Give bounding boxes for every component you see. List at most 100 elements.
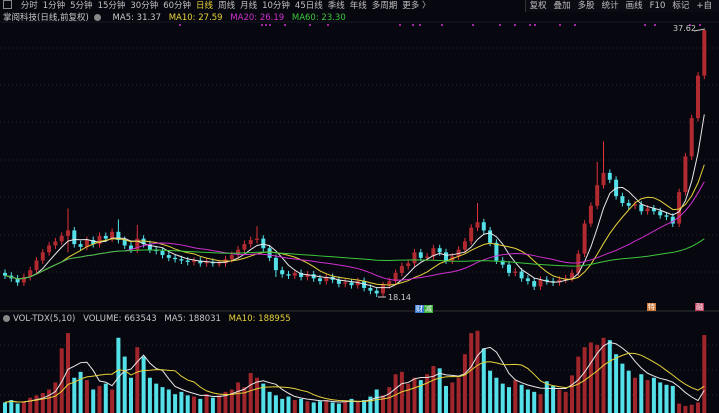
candle-body [488,230,493,243]
tool-button-3[interactable]: 统计 [602,0,619,12]
period-tab-10[interactable]: 45日线 [295,0,323,12]
volume-bar [28,397,33,413]
period-tab-14[interactable]: 更多 〉 [402,0,430,12]
volume-bar [431,365,436,413]
volume-bar [702,335,707,413]
volume-bar [507,387,511,413]
candle-body [475,222,480,228]
volume-bar [103,383,108,413]
volume-bar [683,405,688,413]
panel-toggle-icon[interactable] [3,0,12,9]
volume-bar [658,382,663,413]
tool-button-2[interactable]: 多股 [578,0,595,12]
margin-trading-marker[interactable]: 融 [695,303,704,311]
volume-bar [620,363,625,413]
volume-bar [677,403,682,413]
candle-body [689,118,694,157]
volume-bar [437,368,442,413]
volume-bar [129,377,133,413]
period-tab-9[interactable]: 10分钟 [262,0,290,12]
volume-bar [425,374,430,413]
kline-chart[interactable] [0,0,719,413]
volume-bar [160,387,165,413]
period-tab-2[interactable]: 5分钟 [70,0,92,12]
candle-body [519,271,524,279]
period-tab-1[interactable]: 1分钟 [43,0,65,12]
shareholder-reduce-marker[interactable]: 减 [424,305,433,313]
candle-body [248,240,253,245]
candle-body [683,156,688,193]
candle-body [469,227,474,242]
candle-body [588,205,593,224]
volume-bar [500,383,505,413]
period-tab-6[interactable]: 日线 [196,0,213,12]
volume-bar [544,381,549,413]
volume-bar [330,402,335,413]
volume-bar [154,383,159,413]
volume-bar [217,395,222,413]
candle-body [664,215,669,217]
settings-icon[interactable] [93,14,101,21]
special-event-marker[interactable]: 特 [647,303,656,311]
volume-bar [525,389,530,413]
volume-bar [393,374,398,413]
candle-body [582,223,587,254]
volume-bar [286,396,291,413]
volume-bar [78,371,83,413]
tool-button-5[interactable]: F10 [650,0,666,12]
volume-bar [488,370,493,413]
candle-body [406,263,411,267]
volume-bar [47,389,52,413]
period-tab-12[interactable]: 年线 [350,0,367,12]
candle-body [462,241,467,250]
ma5-line [4,114,705,289]
volume-bar [192,396,196,413]
event-dot [179,24,181,26]
volume-bar [336,403,341,413]
volume-bar [387,387,392,413]
volume-bar [670,385,675,413]
volume-bar [305,401,310,413]
candle-body [538,279,543,287]
volume-value: VOLUME: 663543 [83,314,157,324]
tool-button-0[interactable]: 复权 [530,0,547,12]
volume-bar [651,377,656,413]
volume-bar [381,395,385,413]
volume-bar [557,389,562,413]
tool-button-6[interactable]: 标记 [672,0,689,12]
candle-body [34,260,39,271]
high-price-label: 37.62 [673,24,696,33]
candle-body [702,30,707,76]
candle-body [286,274,291,276]
volume-bar [15,403,20,413]
volume-bar [601,337,606,413]
period-tab-3[interactable]: 15分钟 [98,0,126,12]
ma20-value: MA20: 26.19 [230,13,285,23]
settings-icon[interactable] [3,315,10,322]
event-dot [309,24,311,26]
period-tab-0[interactable]: 分时 [21,0,38,12]
tool-button-1[interactable]: 叠加 [554,0,571,12]
period-tab-13[interactable]: 多周期 [372,0,398,12]
tool-button-4[interactable]: 画线 [626,0,643,12]
candle-body [122,240,127,246]
candle-body [160,250,165,256]
tool-button-7[interactable]: +自 [696,0,712,12]
period-tab-8[interactable]: 月线 [240,0,257,12]
period-tab-4[interactable]: 30分钟 [130,0,158,12]
price-legend: 掌阅科技(日线,前复权) MA5: 31.37 MA10: 27.59 MA20… [3,12,351,24]
volume-bar [236,382,241,413]
volume-bar [318,401,322,413]
volume-bar [519,384,524,413]
volume-bar [696,402,700,413]
volume-indicator-name[interactable]: VOL-TDX(5,10) [13,314,75,324]
period-tab-5[interactable]: 60分钟 [163,0,191,12]
candle-body [40,252,45,261]
volume-legend: VOL-TDX(5,10) VOLUME: 663543 MA5: 188031… [3,313,296,325]
period-tab-7[interactable]: 周线 [218,0,235,12]
period-tab-11[interactable]: 季线 [328,0,345,12]
candle-body [97,235,102,245]
financial-report-marker[interactable]: 财 [415,305,424,313]
candle-body [444,252,448,261]
ma5-value: MA5: 31.37 [112,13,162,23]
